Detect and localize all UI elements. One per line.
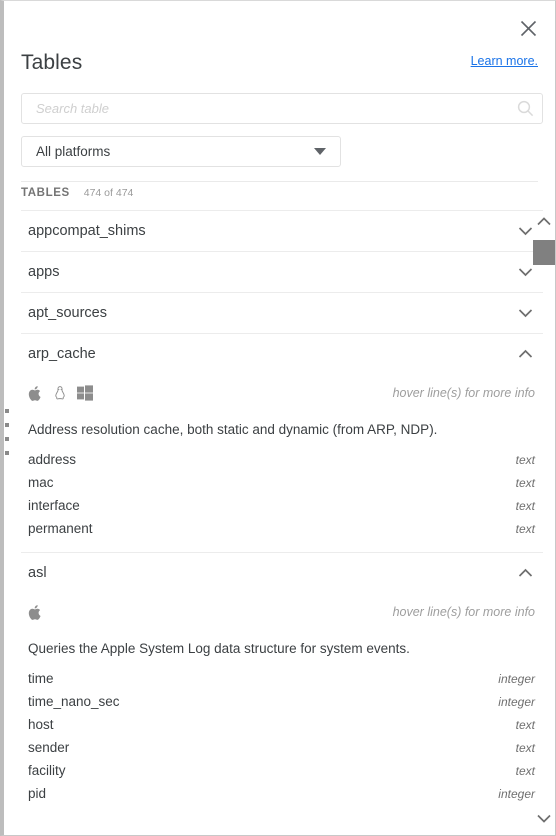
table-detail-header: hover line(s) for more info [28,597,536,627]
table-detail-header: hover line(s) for more info [28,378,536,408]
search-field[interactable] [21,93,543,124]
tables-section-header: TABLES 474 of 474 [21,187,133,199]
chevron-down-icon [518,267,533,277]
column-name: permanent [28,521,93,537]
drag-dot [5,409,9,413]
tables-list[interactable]: appcompat_shimsapps apt_sources arp_cacheh… [4,210,555,835]
column-row[interactable]: sender text [28,736,536,759]
column-row[interactable]: pid integer [28,782,536,805]
drag-dot [5,423,9,427]
table-expand-toggle[interactable] [515,221,535,241]
scrollbar-down-button[interactable] [533,809,555,829]
tables-panel: Tables Learn more. All platforms TABLES … [0,0,556,836]
table-expand-toggle[interactable] [515,303,535,323]
column-row[interactable]: mac text [28,471,536,494]
close-icon [520,20,537,37]
table-description: Address resolution cache, both static an… [28,422,438,437]
chevron-up-icon [518,349,533,359]
chevron-up-icon [518,568,533,578]
column-name: time [28,671,54,687]
windows-icon [77,385,93,401]
learn-more-link[interactable]: Learn more. [471,54,538,68]
linux-icon [53,385,67,402]
column-row[interactable]: time_nano_sec integer [28,690,536,713]
table-name: apt_sources [28,305,107,321]
table-row[interactable]: appcompat_shims [21,210,543,251]
platform-icons [28,385,93,402]
drag-dot [5,437,9,441]
tables-list-inner: appcompat_shimsapps apt_sources arp_cacheh… [4,210,555,817]
section-count: 474 of 474 [83,187,134,199]
column-list: address text mac text interface text permanent… [28,448,536,540]
chevron-down-icon [537,810,551,828]
column-name: time_nano_sec [28,694,120,710]
search-input[interactable] [22,94,508,123]
header-divider [21,181,538,182]
table-name: arp_cache [28,346,96,362]
chevron-down-icon [314,148,326,155]
section-label: TABLES [21,187,70,199]
table-name: appcompat_shims [28,223,146,239]
column-row[interactable]: permanent text [28,517,536,540]
chevron-up-icon [537,213,551,231]
table-row[interactable]: asl [21,552,543,593]
column-type: integer [498,694,535,709]
table-detail: hover line(s) for more info Address resol… [21,378,543,552]
table-expand-toggle[interactable] [515,262,535,282]
column-name: interface [28,498,80,514]
drag-dot [5,451,9,455]
table-expand-toggle[interactable] [515,344,535,364]
column-type: integer [498,786,535,801]
panel-header: Tables Learn more. [4,51,555,83]
table-name: asl [28,565,47,582]
list-scrollbar[interactable] [533,210,555,835]
column-row[interactable]: interface text [28,494,536,517]
column-name: facility [28,763,66,779]
table-detail: hover line(s) for more info Queries the A… [21,597,543,817]
table-name: apps [28,264,60,280]
column-row[interactable]: facility text [28,759,536,782]
platform-filter-value: All platforms [36,144,111,159]
column-row[interactable]: time integer [28,667,536,690]
column-type: integer [498,671,535,686]
scrollbar-up-button[interactable] [533,212,555,232]
column-name: sender [28,740,70,756]
panel-drag-handle[interactable] [4,409,10,455]
table-row[interactable]: apt_sources [21,292,543,333]
chevron-down-icon [518,226,533,236]
table-row[interactable]: arp_cache [21,333,543,374]
column-row[interactable]: host text [28,713,536,736]
table-description: Queries the Apple System Log data struct… [28,641,410,657]
column-name: address [28,452,77,468]
apple-icon [28,604,43,621]
scrollbar-thumb[interactable] [533,240,555,265]
hover-hint: hover line(s) for more info [392,605,535,620]
search-icon[interactable] [508,100,542,117]
column-list: time integer time_nano_sec integer host text s… [28,667,536,805]
column-name: pid [28,786,47,802]
table-expand-toggle[interactable] [515,563,535,583]
hover-hint: hover line(s) for more info [392,386,535,400]
page-title: Tables [21,51,83,74]
column-row[interactable]: address text [28,448,536,471]
platform-icons [28,604,43,621]
chevron-down-icon [518,308,533,318]
apple-icon [28,385,43,402]
column-name: host [28,717,54,733]
column-name: mac [28,475,54,491]
platform-filter-select[interactable]: All platforms [21,136,341,167]
table-row[interactable]: apps [21,251,543,292]
close-button[interactable] [515,15,541,41]
